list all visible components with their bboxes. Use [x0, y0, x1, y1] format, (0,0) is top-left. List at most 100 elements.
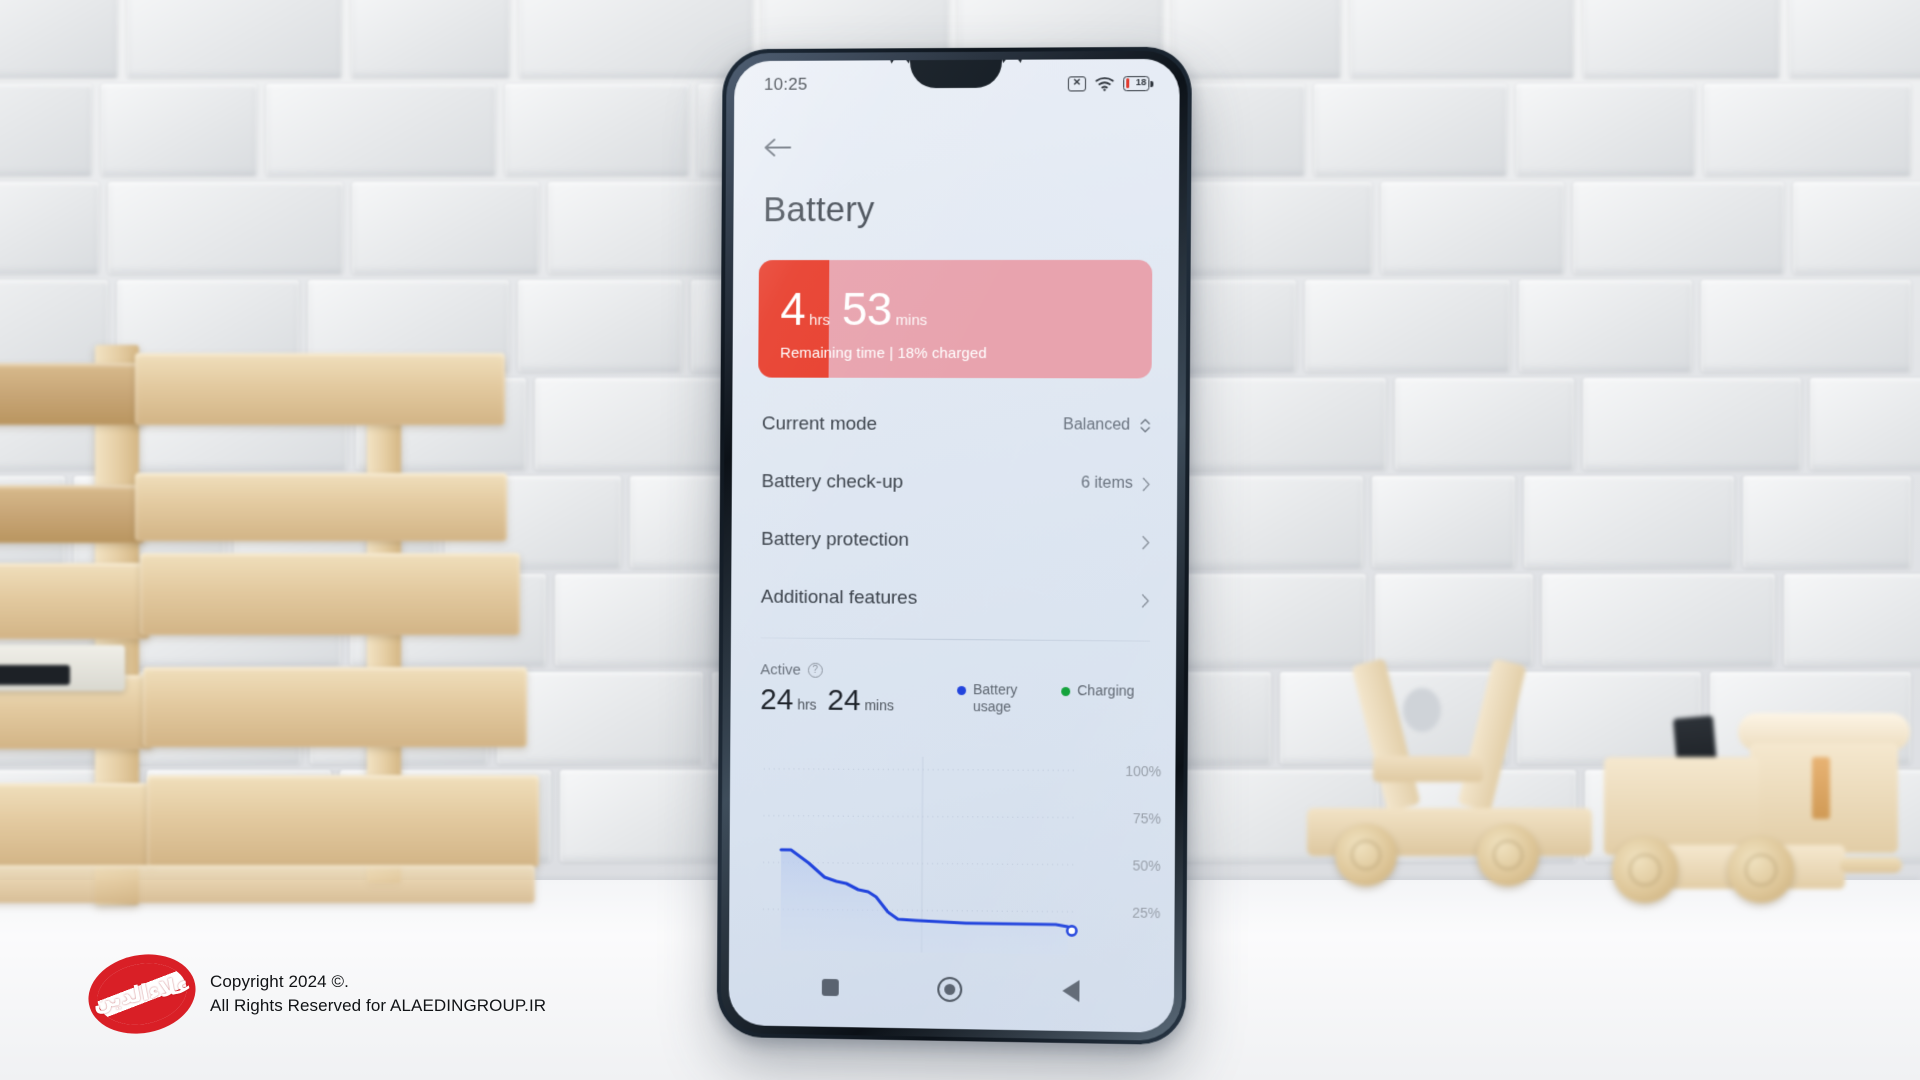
brick [351, 182, 540, 274]
settings-row-battery-checkup[interactable]: Battery check-up 6 items [732, 453, 1178, 513]
active-minutes: 24 [827, 683, 861, 718]
row-value: 6 items [1080, 474, 1133, 492]
chart-endpoint-marker [1067, 926, 1076, 935]
brick [1788, 0, 1920, 78]
battery-card-subtitle: Remaining time | 18% charged [780, 344, 987, 363]
question-mark-icon[interactable]: ? [807, 662, 823, 678]
chevron-right-icon [1142, 476, 1151, 491]
brick [1172, 378, 1386, 470]
row-value: Balanced [1063, 416, 1131, 434]
brick [265, 84, 496, 176]
remaining-hours-unit: hrs [809, 311, 830, 329]
sim-no-service-icon: ✕ [1067, 75, 1087, 91]
settings-row-battery-protection[interactable]: Battery protection [731, 511, 1177, 572]
brick [1394, 378, 1575, 470]
chevron-right-icon [1141, 593, 1150, 608]
wooden-letter-a-toy [1307, 658, 1592, 890]
android-navigation-bar [729, 959, 1175, 1018]
brick [0, 182, 100, 274]
status-time: 10:25 [763, 74, 808, 94]
battery-level-text: 18 [1135, 77, 1147, 89]
y-tick-label: 100% [1125, 762, 1162, 780]
wooden-crate [0, 345, 655, 940]
brick [1175, 182, 1373, 274]
active-hours: 24 [760, 683, 794, 717]
wooden-train-toy [1590, 695, 1920, 910]
brick [1313, 84, 1507, 176]
alaedin-logo: علاءالدین [81, 945, 203, 1043]
chevron-right-icon [1142, 535, 1151, 550]
brick [1583, 0, 1780, 78]
brick [1583, 378, 1802, 470]
wifi-icon [1095, 76, 1114, 91]
brick [1519, 280, 1693, 372]
active-hours-unit: hrs [797, 696, 817, 713]
back-button[interactable] [1062, 979, 1080, 1003]
brick [1305, 280, 1511, 372]
status-icon-group: ✕ 18 [1067, 75, 1150, 91]
brick [1701, 280, 1911, 372]
active-label: Active [760, 661, 801, 679]
brick [1742, 476, 1911, 568]
brick [0, 0, 118, 78]
row-label: Additional features [760, 586, 918, 609]
page-title: Battery [763, 190, 875, 230]
row-label: Battery protection [761, 528, 910, 551]
brick [1374, 574, 1534, 666]
legend-item-charging: Charging [1061, 682, 1134, 700]
legend-label: Battery usage [972, 681, 1018, 715]
brick [108, 182, 343, 274]
row-label: Battery check-up [761, 471, 904, 493]
remaining-minutes: 53 [841, 282, 892, 335]
brick [1784, 574, 1920, 666]
brick [1792, 182, 1920, 274]
battery-chart-svg [747, 757, 1095, 955]
battery-settings-page: Battery 4 hrs 53 mins Remaining time | 1… [729, 107, 1180, 1033]
settings-row-additional-features[interactable]: Additional features [731, 569, 1177, 630]
chevron-updown-icon [1139, 418, 1151, 434]
chart-legend: Battery usage Charging [957, 681, 1134, 717]
y-tick-label: 75% [1132, 810, 1162, 827]
brick [1172, 0, 1341, 78]
brick [0, 84, 92, 176]
y-tick-label: 25% [1132, 904, 1161, 922]
chart-area-fill [780, 849, 1069, 955]
brick [350, 0, 510, 78]
y-tick-label: 50% [1132, 857, 1161, 874]
battery-usage-chart: 100% 75% 50% 25% [729, 751, 1176, 962]
copyright-text: Copyright 2024 ©. All Rights Reserved fo… [210, 970, 546, 1018]
active-usage-section: Active ? 24 hrs 24 mins Battery usage Ch… [730, 661, 1176, 719]
battery-icon: 18 [1123, 75, 1150, 91]
brick [1515, 84, 1696, 176]
chart-y-axis-labels: 100% 75% 50% 25% [1108, 755, 1162, 962]
back-arrow-icon[interactable] [764, 137, 794, 159]
legend-dot [1061, 687, 1071, 697]
legend-label: Charging [1077, 682, 1135, 699]
brick [1372, 476, 1515, 568]
brick [1349, 0, 1575, 78]
waterdrop-notch [909, 58, 1002, 89]
brick [1523, 476, 1734, 568]
brick [100, 84, 257, 176]
active-label-row: Active ? [731, 661, 1176, 682]
remaining-minutes-unit: mins [895, 311, 928, 329]
copyright-line-1: Copyright 2024 ©. [210, 971, 349, 991]
smartphone-device: 10:25 ✕ 18 Battery 4 hrs 53 mins Remaini… [716, 46, 1192, 1046]
phone-screen: 10:25 ✕ 18 Battery 4 hrs 53 mins Remaini… [728, 58, 1180, 1033]
brick [1810, 378, 1920, 470]
remaining-hours: 4 [780, 282, 806, 335]
brick [1704, 84, 1911, 176]
settings-row-current-mode[interactable]: Current mode Balanced [732, 395, 1178, 454]
brick [504, 84, 689, 176]
brick [518, 0, 753, 78]
active-minutes-unit: mins [864, 697, 895, 714]
brick [1169, 476, 1364, 568]
recents-button[interactable] [821, 978, 839, 996]
remaining-time-row: 4 hrs 53 mins [780, 282, 1152, 335]
brick [1381, 182, 1564, 274]
home-button[interactable] [937, 976, 963, 1002]
settings-row-list: Current mode Balanced Battery check-up 6… [731, 395, 1178, 642]
watermark: علاءالدین Copyright 2024 ©. All Rights R… [81, 945, 546, 1043]
battery-summary-card: 4 hrs 53 mins Remaining time | 18% charg… [758, 259, 1153, 379]
brick [1572, 182, 1784, 274]
